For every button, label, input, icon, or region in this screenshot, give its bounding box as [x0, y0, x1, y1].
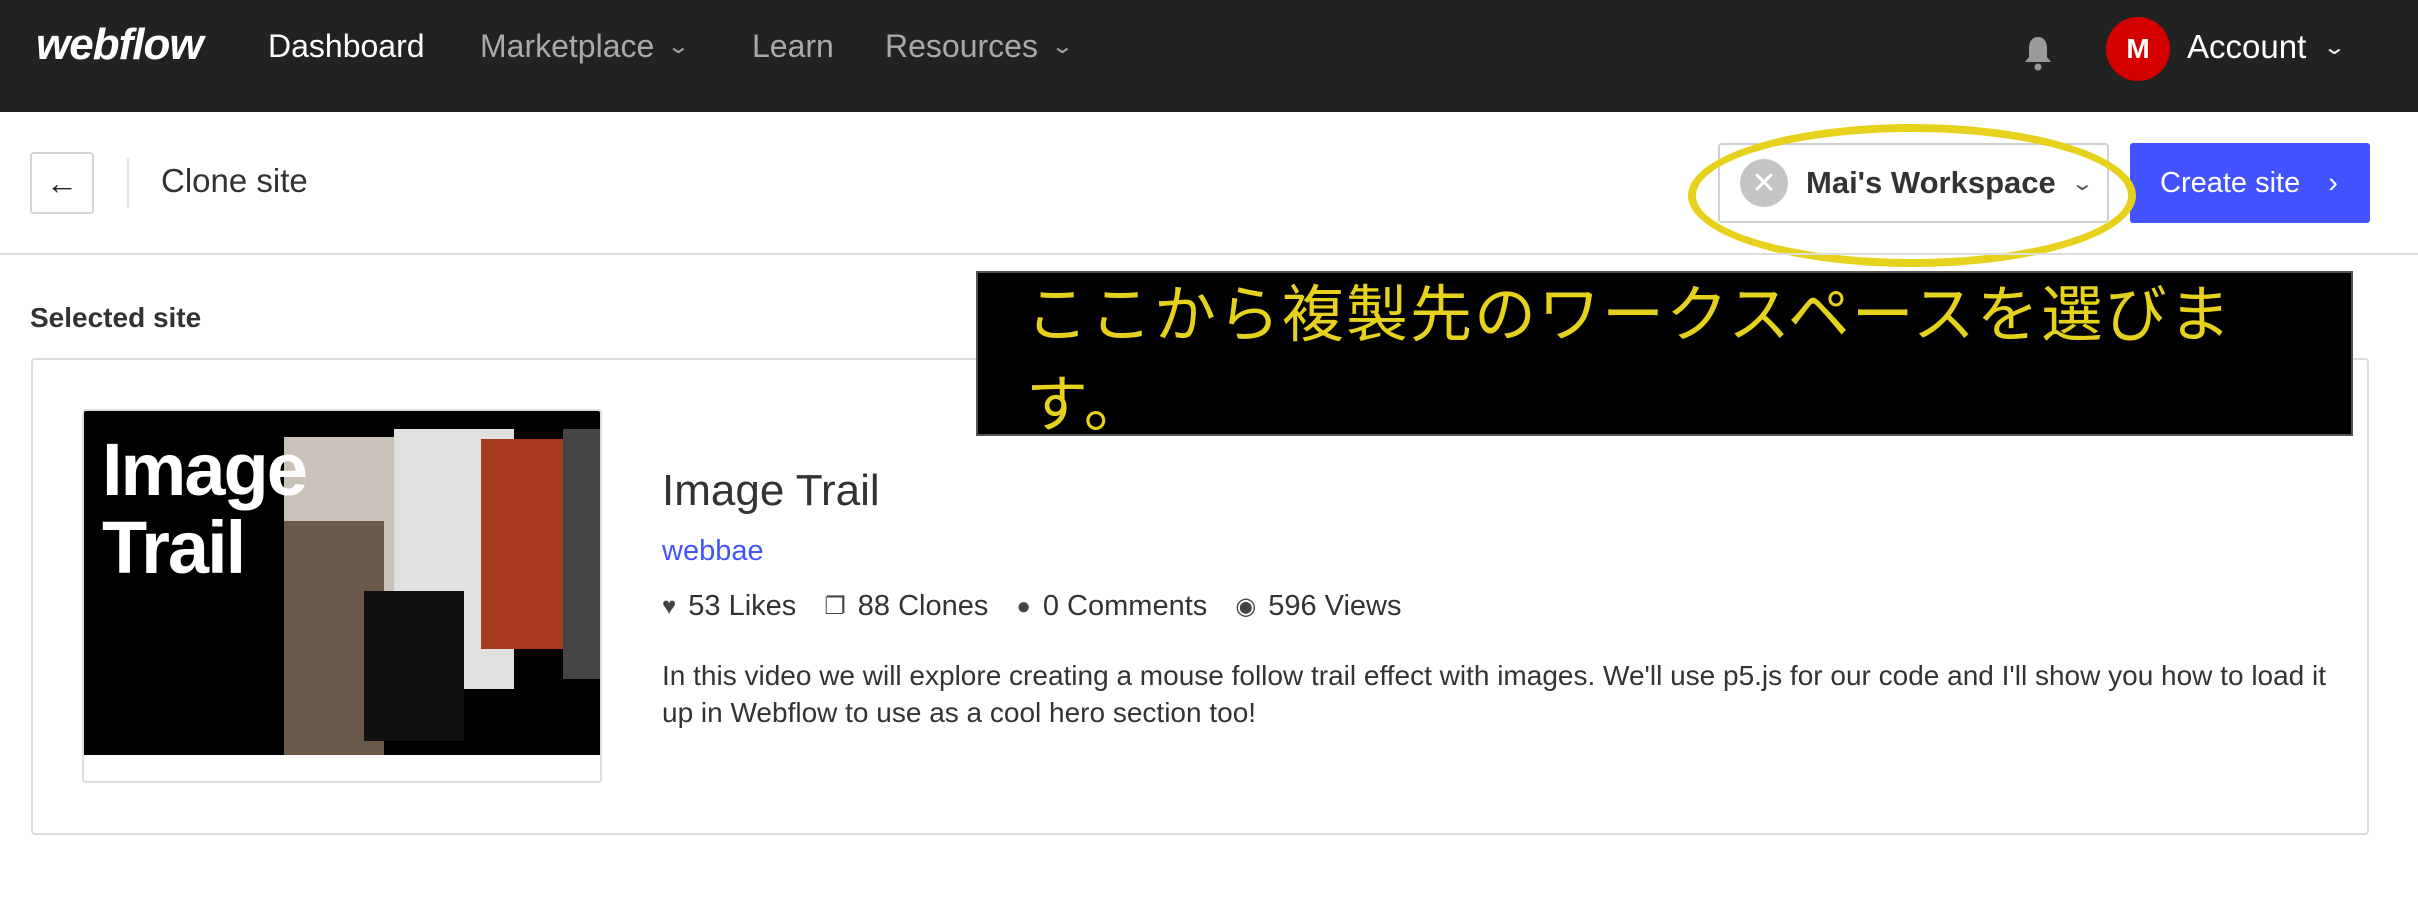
thumbnail-image: Image Trail [84, 411, 600, 755]
account-menu[interactable]: Account ⌄ [2187, 28, 2347, 66]
author-link[interactable]: webbae [662, 535, 764, 568]
highlight-ellipse [1688, 124, 2136, 267]
nav-label: Learn [752, 28, 834, 64]
header-divider [0, 253, 2418, 255]
divider [127, 158, 129, 208]
site-title: Image Trail [662, 466, 880, 515]
back-button[interactable]: ← [30, 152, 94, 214]
nav-label: Dashboard [268, 28, 425, 64]
thumbnail-text: Image Trail [102, 428, 308, 589]
site-description: In this video we will explore creating a… [662, 660, 2327, 728]
nav-dashboard[interactable]: Dashboard [268, 28, 425, 65]
section-label: Selected site [30, 302, 202, 333]
stat-label: 88 Clones [857, 590, 989, 622]
stat-label: 53 Likes [688, 590, 797, 622]
comment-icon: ● [1016, 592, 1031, 620]
nav-resources[interactable]: Resources ⌄ [885, 28, 1075, 65]
nav-learn[interactable]: Learn [752, 28, 834, 65]
nav-marketplace[interactable]: Marketplace ⌄ [480, 28, 691, 65]
comments-stat: ● 0 Comments [1016, 590, 1207, 623]
nav-label: Resources [885, 28, 1038, 64]
chevron-down-icon: ⌄ [666, 36, 691, 58]
annotation-callout: ここから複製先のワークスペースを選びます。 [976, 271, 2353, 441]
eye-icon: ◉ [1235, 593, 1257, 620]
stat-label: 596 Views [1268, 590, 1402, 622]
heart-icon: ♥ [662, 592, 677, 620]
page-title: Clone site [161, 162, 308, 199]
chevron-down-icon: ⌄ [1050, 36, 1075, 58]
create-site-button[interactable]: Create site › [2130, 143, 2370, 223]
account-label: Account [2187, 28, 2307, 65]
bell-icon[interactable] [2022, 34, 2054, 74]
site-stats: ♥ 53 Likes ❐ 88 Clones ● 0 Comments ◉ 596 Vi… [662, 590, 1402, 623]
webflow-logo[interactable]: webflow [36, 20, 204, 70]
site-thumbnail[interactable]: Image Trail [82, 409, 602, 783]
clone-icon: ❐ [824, 593, 846, 620]
create-site-label: Create site [2160, 166, 2301, 199]
stat-label: 0 Comments [1042, 590, 1208, 622]
annotation-text: ここから複製先のワークスペースを選びます。 [1026, 277, 2233, 441]
top-nav: webflow Dashboard Marketplace ⌄ Learn Res… [0, 0, 2418, 112]
chevron-right-icon: › [2328, 166, 2338, 199]
likes-stat: ♥ 53 Likes [662, 590, 796, 623]
arrow-left-icon: ← [46, 164, 78, 201]
clones-stat: ❐ 88 Clones [824, 590, 988, 623]
nav-label: Marketplace [480, 28, 655, 64]
chevron-down-icon: ⌄ [2322, 36, 2347, 59]
avatar[interactable]: M [2106, 17, 2170, 81]
views-stat: ◉ 596 Views [1235, 590, 1401, 623]
